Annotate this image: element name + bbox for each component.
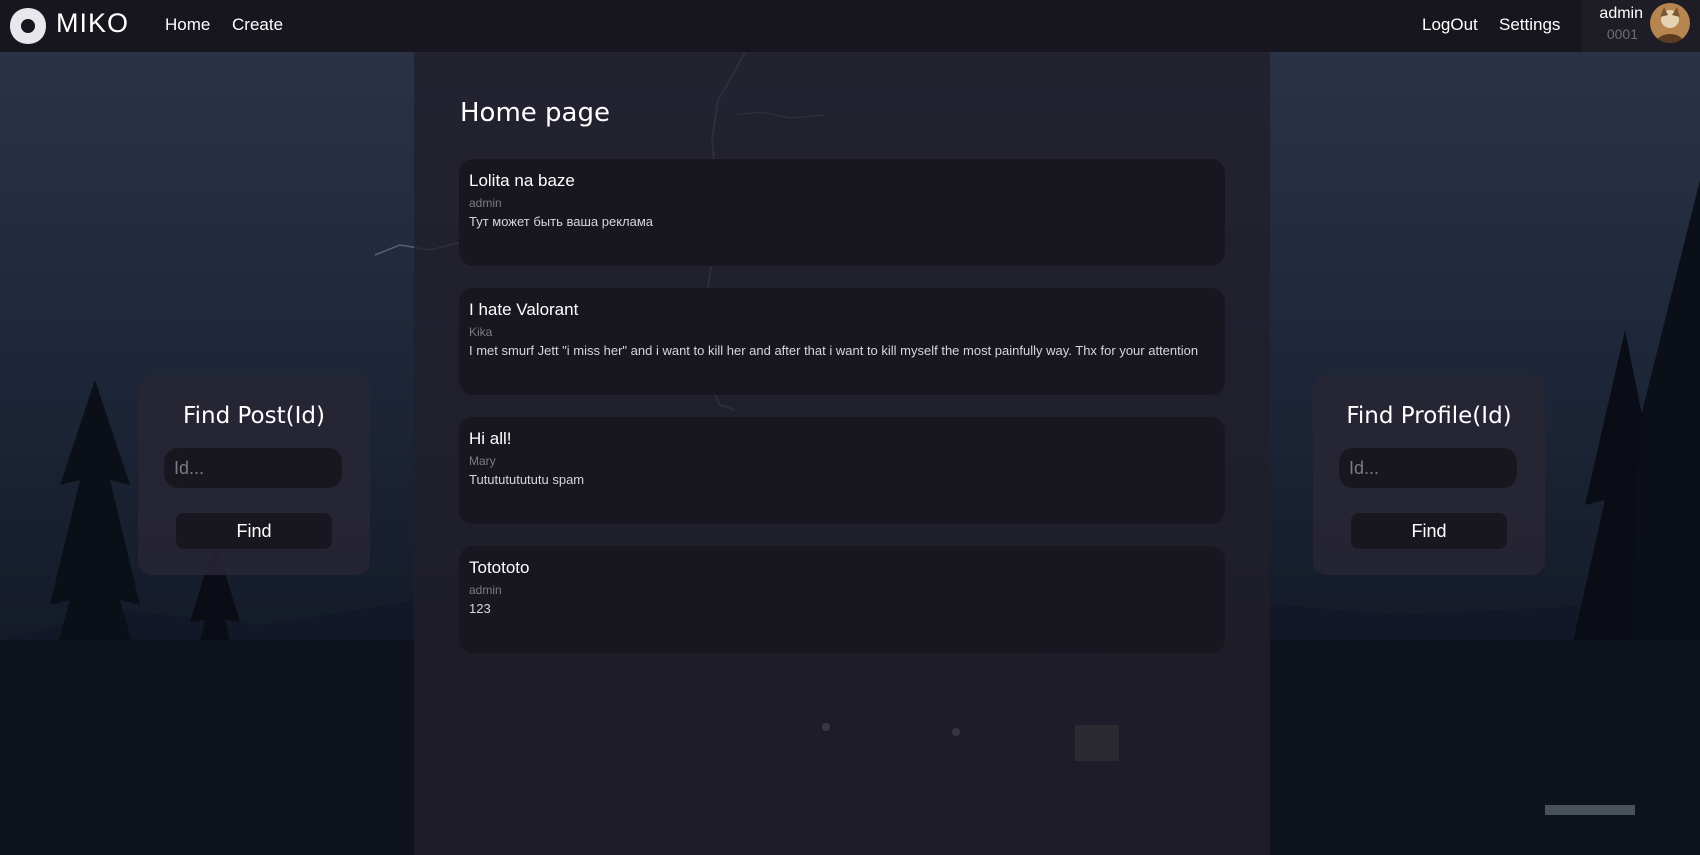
post-card[interactable]: Hi all! Mary Tututututututu spam <box>459 417 1225 524</box>
find-post-id-input[interactable] <box>164 448 342 488</box>
find-profile-title: Find Profile(Id) <box>1346 403 1512 429</box>
post-title: Totototo <box>469 558 530 577</box>
post-author: admin <box>469 583 502 597</box>
miko-logo-icon[interactable] <box>9 7 47 45</box>
post-author: Kika <box>469 325 493 339</box>
post-body: Tututututututu spam <box>469 472 585 487</box>
find-profile-id-input[interactable] <box>1339 448 1517 488</box>
user-name: admin <box>1599 5 1643 22</box>
nav-create-link[interactable]: Create <box>232 15 283 35</box>
post-card[interactable]: I hate Valorant Kika I met smurf Jett "i… <box>459 288 1225 395</box>
user-id: 0001 <box>1606 26 1638 42</box>
find-profile-card: Find Profile(Id) Find <box>1313 375 1545 575</box>
post-card[interactable]: Totototo admin 123 <box>459 546 1225 653</box>
post-card[interactable]: Lolita na baze admin Тут может быть ваша… <box>459 159 1225 266</box>
post-author: admin <box>469 196 502 210</box>
brand-name[interactable]: MIKO <box>56 8 129 39</box>
avatar[interactable] <box>1650 3 1690 43</box>
post-title: Hi all! <box>469 429 512 448</box>
user-profile-box[interactable]: admin 0001 <box>1582 0 1700 52</box>
post-body: 123 <box>469 601 491 616</box>
settings-link[interactable]: Settings <box>1499 15 1560 35</box>
logout-link[interactable]: LogOut <box>1422 15 1478 35</box>
page-title: Home page <box>460 98 610 128</box>
post-author: Mary <box>469 454 496 468</box>
find-profile-button[interactable]: Find <box>1351 513 1507 549</box>
nav-home-link[interactable]: Home <box>165 15 210 35</box>
post-body: Тут может быть ваша реклама <box>469 214 654 229</box>
main-content: Home page Lolita na baze admin Тут может… <box>414 52 1270 855</box>
find-post-title: Find Post(Id) <box>183 403 325 429</box>
post-title: I hate Valorant <box>469 300 579 319</box>
find-post-card: Find Post(Id) Find <box>138 375 370 575</box>
top-navbar: MIKO Home Create LogOut Settings admin 0… <box>0 0 1700 52</box>
post-title: Lolita na baze <box>469 171 575 190</box>
find-post-button[interactable]: Find <box>176 513 332 549</box>
post-body: I met smurf Jett "i miss her" and i want… <box>469 343 1199 358</box>
